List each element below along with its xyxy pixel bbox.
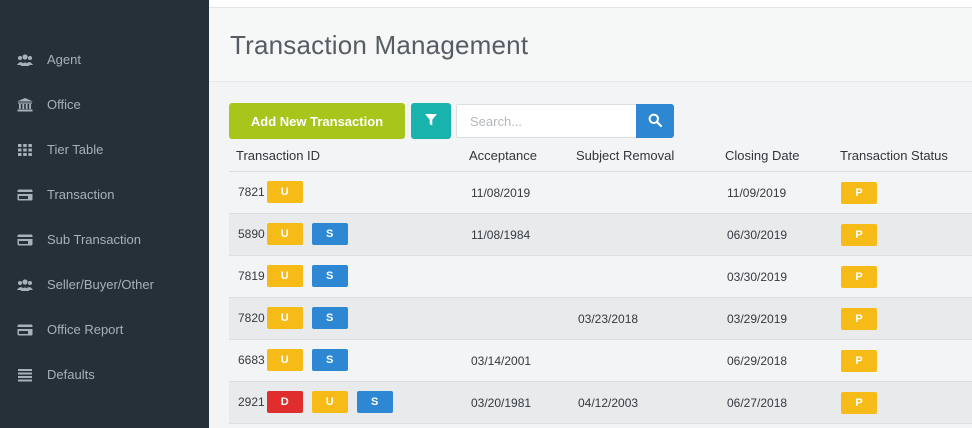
badge-u[interactable]: U [266,307,303,329]
sidebar-item-label: Tier Table [47,142,104,157]
closing-date-cell: 06/30/2019 [727,228,788,242]
add-new-transaction-button[interactable]: Add New Transaction [229,103,405,139]
badge-d[interactable]: D [266,391,303,413]
closing-date-cell: 03/30/2019 [727,270,788,284]
closing-date-cell: 06/27/2018 [727,396,788,410]
credit-card-icon [17,188,33,202]
sidebar-item-office-report[interactable]: Office Report [0,307,209,352]
credit-card-icon [17,323,33,337]
transaction-id: 7820 [238,311,265,325]
status-badge[interactable]: P [841,224,877,246]
table-row[interactable]: 2921 D U S 03/20/1981 04/12/2003 06/27/2… [229,382,972,424]
status-badge[interactable]: P [841,266,877,288]
search-icon [648,113,663,130]
badge-s[interactable]: S [311,265,348,287]
search-input[interactable] [456,104,637,138]
acceptance-cell: 11/08/1984 [471,228,531,242]
users-icon [17,278,33,292]
top-bar [209,0,972,8]
acceptance-cell: 03/14/2001 [471,354,532,368]
bank-icon [17,97,33,112]
sidebar-item-label: Agent [47,52,81,67]
table-header: Transaction ID Acceptance Subject Remova… [229,141,972,172]
closing-date-cell: 03/29/2019 [727,312,788,326]
transaction-id-cell: 7819 U S [238,265,357,287]
column-header-transaction-status[interactable]: Transaction Status [840,148,948,163]
sidebar-item-sub-transaction[interactable]: Sub Transaction [0,217,209,262]
status-badge[interactable]: P [841,182,877,204]
search-button[interactable] [636,104,674,138]
page-header: Transaction Management [209,8,972,82]
badge-s[interactable]: S [356,391,393,413]
sidebar-item-label: Seller/Buyer/Other [47,277,154,292]
content-area: Add New Transaction Transaction ID Accep… [209,83,972,428]
sidebar-item-transaction[interactable]: Transaction [0,172,209,217]
column-header-transaction-id[interactable]: Transaction ID [236,148,320,163]
table-row[interactable]: 5890 U S 11/08/1984 06/30/2019 P [229,214,972,256]
table-row[interactable]: 6683 U S 03/14/2001 06/29/2018 P [229,340,972,382]
closing-date-cell: 06/29/2018 [727,354,788,368]
sidebar-item-label: Office Report [47,322,124,337]
page-title: Transaction Management [230,30,529,60]
sidebar-item-label: Transaction [47,187,115,202]
column-header-subject-removal[interactable]: Subject Removal [576,148,674,163]
transaction-id: 7821 [238,185,265,199]
transaction-id: 7819 [238,269,265,283]
transaction-id: 6683 [238,353,265,367]
badge-u[interactable]: U [266,223,303,245]
table-row[interactable]: 7821 U 11/08/2019 11/09/2019 P [229,172,972,214]
table-row[interactable]: 7819 U S 03/30/2019 P [229,256,972,298]
status-badge[interactable]: P [841,308,877,330]
column-header-closing-date[interactable]: Closing Date [725,148,799,163]
badge-s[interactable]: S [311,223,348,245]
acceptance-cell: 11/08/2019 [471,186,531,200]
badge-u[interactable]: U [266,265,303,287]
filter-icon [425,113,437,129]
transaction-id: 2921 [238,395,265,409]
grid-icon [17,143,33,157]
transaction-id-cell: 2921 D U S [238,391,402,413]
sidebar: Agent Office Tier Table Transaction Sub … [0,0,209,428]
sidebar-item-label: Sub Transaction [47,232,141,247]
badge-s[interactable]: S [311,349,348,371]
sidebar-item-tier-table[interactable]: Tier Table [0,127,209,172]
transaction-id: 5890 [238,227,265,241]
transaction-id-cell: 6683 U S [238,349,357,371]
sidebar-item-office[interactable]: Office [0,82,209,127]
list-icon [17,368,33,382]
closing-date-cell: 11/09/2019 [727,186,787,200]
table-row[interactable]: 7820 U S 03/23/2018 03/29/2019 P [229,298,972,340]
column-header-acceptance[interactable]: Acceptance [469,148,537,163]
sidebar-item-defaults[interactable]: Defaults [0,352,209,397]
badge-u[interactable]: U [266,181,303,203]
status-badge[interactable]: P [841,392,877,414]
acceptance-cell: 03/20/1981 [471,396,532,410]
badge-u[interactable]: U [311,391,348,413]
users-icon [17,53,33,67]
badge-s[interactable]: S [311,307,348,329]
subject-removal-cell: 03/23/2018 [578,312,639,326]
transaction-id-cell: 7820 U S [238,307,357,329]
transaction-id-cell: 5890 U S [238,223,357,245]
transaction-id-cell: 7821 U [238,181,312,203]
subject-removal-cell: 04/12/2003 [578,396,639,410]
credit-card-icon [17,233,33,247]
status-badge[interactable]: P [841,350,877,372]
sidebar-item-agent[interactable]: Agent [0,37,209,82]
main-panel: Transaction Management Add New Transacti… [209,0,972,428]
transactions-table: Transaction ID Acceptance Subject Remova… [229,141,972,424]
sidebar-item-label: Defaults [47,367,95,382]
sidebar-item-label: Office [47,97,81,112]
sidebar-item-seller-buyer-other[interactable]: Seller/Buyer/Other [0,262,209,307]
badge-u[interactable]: U [266,349,303,371]
filter-button[interactable] [411,103,451,139]
